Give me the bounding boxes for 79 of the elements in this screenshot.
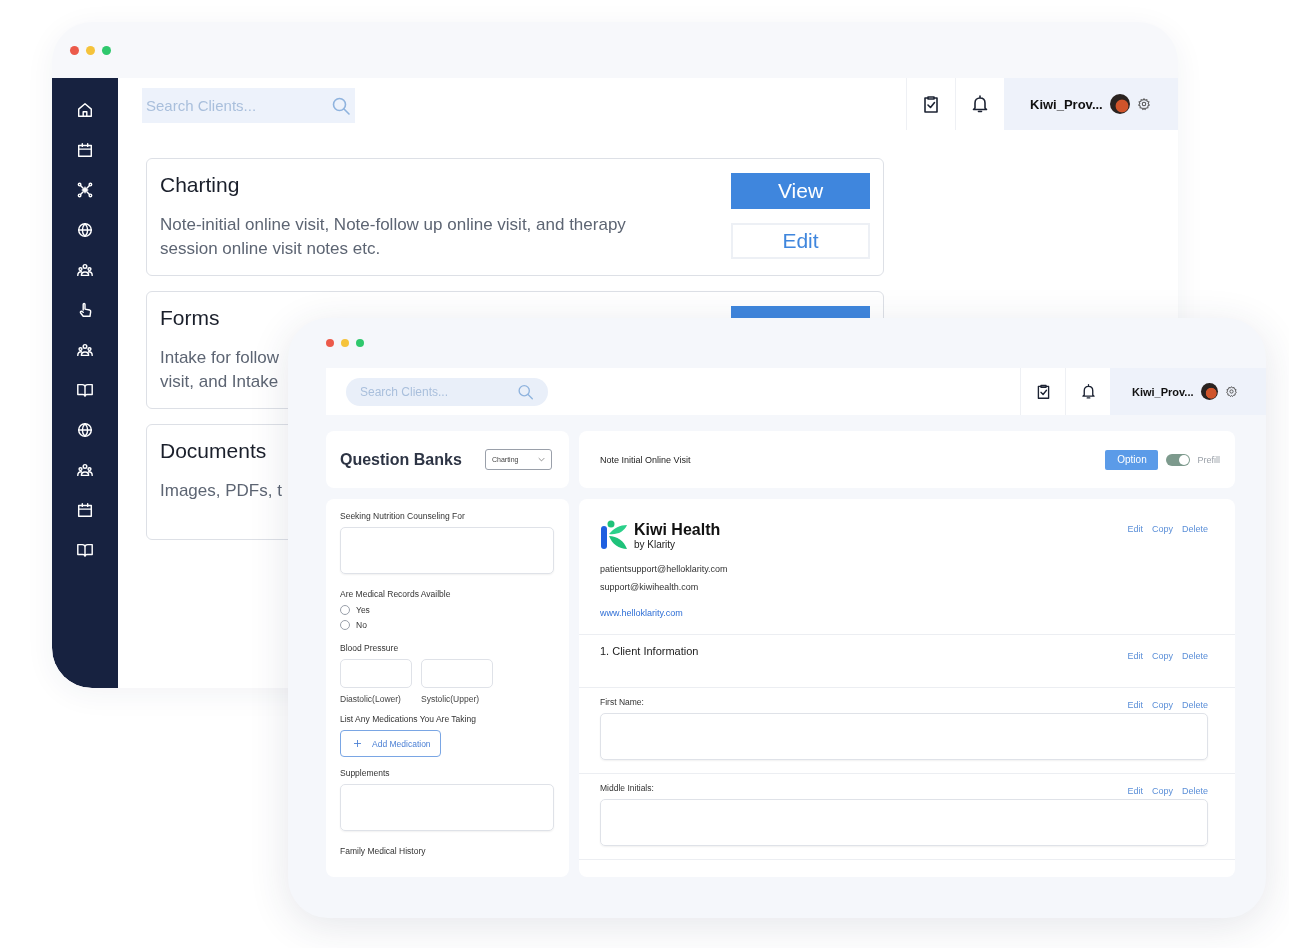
avatar[interactable]	[1109, 94, 1130, 114]
card-title: Documents	[160, 439, 267, 463]
email-text: support@kiwihealth.com	[600, 582, 700, 592]
chevron-down-icon	[538, 457, 545, 462]
input-field[interactable]	[600, 713, 1208, 760]
action-link[interactable]: Delete	[1182, 786, 1208, 796]
user-name[interactable]: Kiwi_Prov...	[1030, 96, 1103, 112]
minimize-dot[interactable]	[341, 339, 349, 347]
field-label: Blood Pressure	[340, 643, 400, 653]
brand-name: Kiwi Health	[634, 520, 721, 539]
view-button[interactable]: View	[731, 173, 870, 209]
close-dot[interactable]	[326, 339, 334, 347]
network-icon[interactable]	[76, 181, 94, 199]
maximize-dot[interactable]	[102, 45, 111, 55]
brand-byline: by Klarity	[634, 538, 677, 550]
action-link[interactable]: Delete	[1182, 700, 1208, 710]
avatar[interactable]	[1200, 383, 1218, 400]
website-link[interactable]: www.helloklarity.com	[600, 608, 683, 618]
book-icon[interactable]	[76, 541, 94, 559]
action-link[interactable]: Edit	[1127, 786, 1143, 796]
minimize-dot[interactable]	[86, 45, 95, 55]
add-medication-button[interactable]: Add Medication	[340, 730, 441, 757]
users-icon[interactable]	[76, 261, 94, 279]
search-field[interactable]: Search Clients...	[346, 378, 548, 406]
book-icon[interactable]	[76, 381, 94, 399]
edit-button[interactable]: Edit	[731, 223, 870, 259]
users-icon[interactable]	[76, 461, 94, 479]
action-link[interactable]: Copy	[1151, 651, 1173, 661]
user-name[interactable]: Kiwi_Prov...	[1132, 385, 1194, 398]
panel-title: Question Banks	[340, 450, 462, 469]
field-label: First Name:	[600, 697, 644, 707]
field-label: Supplements	[340, 768, 391, 778]
card-description: Note-initial online visit, Note-follow up online visit, and therapy session online visit notes etc.	[160, 214, 627, 260]
card-title: Forms	[160, 306, 220, 330]
field-label: Seeking Nutrition Counseling For	[340, 511, 466, 521]
logo-icon	[600, 520, 628, 550]
input-field[interactable]	[340, 659, 412, 688]
plus-icon	[354, 740, 361, 747]
globe-icon[interactable]	[76, 221, 94, 239]
radio-label: No	[356, 620, 367, 630]
radio-label: Yes	[356, 605, 370, 615]
field-caption: Diastolic(Lower)	[340, 694, 402, 704]
maximize-dot[interactable]	[356, 339, 364, 347]
field-label: Middle Initials:	[600, 783, 654, 793]
prefill-toggle[interactable]	[1166, 453, 1191, 466]
calendar-icon[interactable]	[76, 141, 94, 159]
card-title: Charting	[160, 173, 240, 197]
bell-icon[interactable]	[1079, 383, 1097, 400]
settings-icon[interactable]	[1224, 385, 1238, 398]
field-label: Are Medical Records Availble	[340, 589, 452, 599]
action-link[interactable]: Copy	[1151, 786, 1173, 796]
settings-icon[interactable]	[1136, 97, 1151, 111]
option-button[interactable]: Option	[1105, 449, 1159, 470]
action-link[interactable]: Copy	[1151, 524, 1173, 534]
action-link[interactable]: Edit	[1127, 524, 1143, 534]
clipboard-check-icon[interactable]	[921, 94, 941, 114]
input-field[interactable]	[421, 659, 493, 688]
card-description: Intake for follow visit, and Intake	[160, 347, 280, 393]
input-field[interactable]	[600, 799, 1208, 846]
card-description: Images, PDFs, t	[160, 480, 282, 502]
field-label: Family Medical History	[340, 846, 427, 856]
action-link[interactable]: Delete	[1182, 524, 1208, 534]
section-heading: 1. Client Information	[600, 645, 699, 659]
calendar-icon[interactable]	[76, 501, 94, 519]
action-link[interactable]: Edit	[1127, 651, 1143, 661]
home-icon[interactable]	[76, 101, 94, 119]
close-dot[interactable]	[70, 45, 79, 55]
bell-icon[interactable]	[970, 94, 990, 114]
field-label: List Any Medications You Are Taking	[340, 714, 477, 724]
action-link[interactable]: Edit	[1127, 700, 1143, 710]
action-link[interactable]: Copy	[1151, 700, 1173, 710]
note-title: Note Initial Online Visit	[600, 454, 691, 465]
globe-icon[interactable]	[76, 421, 94, 439]
email-text: patientsupport@helloklarity.com	[600, 564, 729, 574]
action-link[interactable]: Delete	[1182, 651, 1208, 661]
search-field[interactable]: Search Clients...	[142, 88, 355, 123]
toggle-label: Prefill	[1197, 454, 1220, 465]
field-caption: Systolic(Upper)	[421, 694, 481, 704]
users-icon[interactable]	[76, 341, 94, 359]
